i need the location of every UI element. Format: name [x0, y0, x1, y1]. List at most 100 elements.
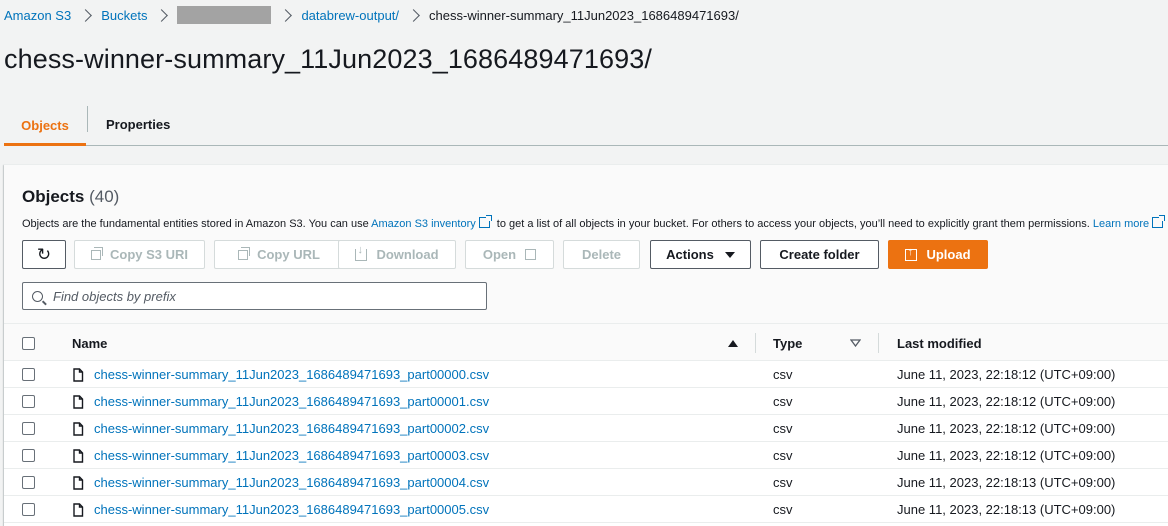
tab-bar: Objects Properties: [4, 104, 1168, 146]
row-checkbox[interactable]: [22, 449, 35, 462]
objects-heading: Objects (40): [22, 187, 119, 207]
row-select-cell: [22, 388, 35, 415]
upload-icon: [905, 246, 918, 261]
name-cell: chess-winner-summary_11Jun2023_168648947…: [71, 442, 489, 469]
sort-ascending-icon[interactable]: [728, 324, 738, 362]
open-label: Open: [482, 247, 517, 262]
type-cell: csv: [773, 475, 793, 490]
refresh-icon: ↻: [36, 244, 52, 264]
breadcrumb-databrew-output[interactable]: databrew-output/: [301, 8, 399, 23]
search-input[interactable]: [53, 288, 473, 304]
objects-panel: Objects (40) Objects are the fundamental…: [4, 164, 1168, 526]
chevron-right-icon: [407, 8, 420, 22]
page-title: chess-winner-summary_11Jun2023_168648947…: [4, 44, 652, 74]
breadcrumb: Amazon S3 Buckets databrew-output/ chess…: [4, 6, 739, 24]
table-row[interactable]: chess-winner-summary_11Jun2023_168648947…: [4, 442, 1168, 469]
file-icon: [73, 367, 84, 382]
external-link-icon: [525, 249, 537, 260]
create-folder-label: Create folder: [779, 247, 860, 262]
objects-count: (40): [89, 187, 120, 206]
external-link-icon: [1152, 215, 1166, 228]
file-icon: [73, 421, 84, 436]
last-modified-cell: June 11, 2023, 22:18:12 (UTC+09:00): [897, 421, 1116, 436]
copy-url-label: Copy URL: [257, 247, 320, 262]
tab-properties[interactable]: Properties: [106, 104, 170, 145]
table-row[interactable]: chess-winner-summary_11Jun2023_168648947…: [4, 415, 1168, 442]
download-icon: [355, 244, 368, 261]
upload-button[interactable]: Upload: [888, 240, 988, 269]
row-checkbox[interactable]: [22, 476, 35, 489]
select-all-checkbox[interactable]: [22, 336, 35, 350]
create-folder-button[interactable]: Create folder: [760, 240, 879, 269]
chevron-right-icon: [279, 8, 293, 22]
row-checkbox[interactable]: [22, 395, 35, 408]
object-name-link[interactable]: chess-winner-summary_11Jun2023_168648947…: [94, 448, 489, 463]
copy-icon: [90, 246, 103, 260]
name-cell: chess-winner-summary_11Jun2023_168648947…: [71, 415, 489, 442]
download-button[interactable]: Download: [338, 240, 456, 269]
column-header-last-modified[interactable]: Last modified: [897, 324, 982, 362]
copy-icon: [238, 246, 251, 260]
chevron-right-icon: [79, 8, 93, 22]
name-cell: chess-winner-summary_11Jun2023_168648947…: [71, 388, 489, 415]
row-checkbox[interactable]: [22, 368, 35, 381]
delete-label: Delete: [581, 247, 622, 262]
breadcrumb-redacted-bucket: [177, 6, 272, 24]
last-modified-cell: June 11, 2023, 22:18:12 (UTC+09:00): [897, 394, 1116, 409]
file-icon: [73, 394, 84, 409]
type-cell: csv: [773, 502, 793, 517]
sort-descending-icon[interactable]: [850, 324, 861, 362]
column-divider: [878, 333, 879, 353]
file-icon: [73, 502, 84, 517]
objects-heading-label: Objects: [22, 187, 85, 206]
table-row[interactable]: chess-winner-summary_11Jun2023_168648947…: [4, 388, 1168, 415]
row-checkbox[interactable]: [22, 422, 35, 435]
download-label: Download: [376, 247, 439, 262]
delete-button[interactable]: Delete: [563, 240, 640, 269]
table-row[interactable]: chess-winner-summary_11Jun2023_168648947…: [4, 496, 1168, 523]
search-box: [22, 282, 487, 310]
external-link-icon: [478, 215, 492, 228]
row-checkbox[interactable]: [22, 503, 35, 516]
name-cell: chess-winner-summary_11Jun2023_168648947…: [71, 361, 489, 388]
object-name-link[interactable]: chess-winner-summary_11Jun2023_168648947…: [94, 475, 489, 490]
object-name-link[interactable]: chess-winner-summary_11Jun2023_168648947…: [94, 394, 489, 409]
objects-table: Name Type Last modified chess-winner-sum…: [4, 323, 1168, 523]
object-name-link[interactable]: chess-winner-summary_11Jun2023_168648947…: [94, 502, 489, 517]
tab-objects[interactable]: Objects: [4, 104, 86, 146]
column-header-name[interactable]: Name: [72, 324, 107, 362]
open-button[interactable]: Open: [465, 240, 554, 269]
copy-s3-uri-button[interactable]: Copy S3 URI: [74, 240, 205, 269]
objects-description: Objects are the fundamental entities sto…: [22, 215, 1167, 230]
name-cell: chess-winner-summary_11Jun2023_168648947…: [71, 469, 489, 496]
search-icon: [32, 290, 43, 302]
learn-more-link[interactable]: Learn more: [1093, 218, 1149, 230]
last-modified-cell: June 11, 2023, 22:18:13 (UTC+09:00): [897, 475, 1116, 490]
row-select-cell: [22, 442, 35, 469]
actions-dropdown[interactable]: Actions: [650, 240, 751, 269]
object-name-link[interactable]: chess-winner-summary_11Jun2023_168648947…: [94, 421, 489, 436]
copy-url-button[interactable]: Copy URL: [214, 240, 344, 269]
table-row[interactable]: chess-winner-summary_11Jun2023_168648947…: [4, 469, 1168, 496]
column-header-type[interactable]: Type: [773, 324, 802, 362]
last-modified-cell: June 11, 2023, 22:18:12 (UTC+09:00): [897, 367, 1116, 382]
last-modified-cell: June 11, 2023, 22:18:12 (UTC+09:00): [897, 448, 1116, 463]
actions-label: Actions: [666, 247, 714, 262]
objects-panel-header: Objects (40) Objects are the fundamental…: [4, 165, 1168, 323]
table-row[interactable]: chess-winner-summary_11Jun2023_168648947…: [4, 361, 1168, 388]
file-icon: [73, 448, 84, 463]
column-divider: [755, 333, 756, 353]
breadcrumb-amazon-s3[interactable]: Amazon S3: [4, 8, 71, 23]
objects-desc-suffix: to get a list of all objects in your buc…: [493, 218, 1093, 230]
breadcrumb-current: chess-winner-summary_11Jun2023_168648947…: [429, 7, 739, 23]
type-cell: csv: [773, 448, 793, 463]
file-icon: [73, 475, 84, 490]
object-name-link[interactable]: chess-winner-summary_11Jun2023_168648947…: [94, 367, 489, 382]
table-header: Name Type Last modified: [4, 323, 1168, 361]
objects-desc-prefix: Objects are the fundamental entities sto…: [22, 218, 372, 230]
copy-s3-uri-label: Copy S3 URI: [109, 247, 188, 262]
refresh-button[interactable]: ↻: [22, 240, 66, 269]
s3-inventory-link[interactable]: Amazon S3 inventory: [371, 218, 476, 230]
tab-divider: [87, 106, 88, 132]
breadcrumb-buckets[interactable]: Buckets: [101, 8, 147, 23]
